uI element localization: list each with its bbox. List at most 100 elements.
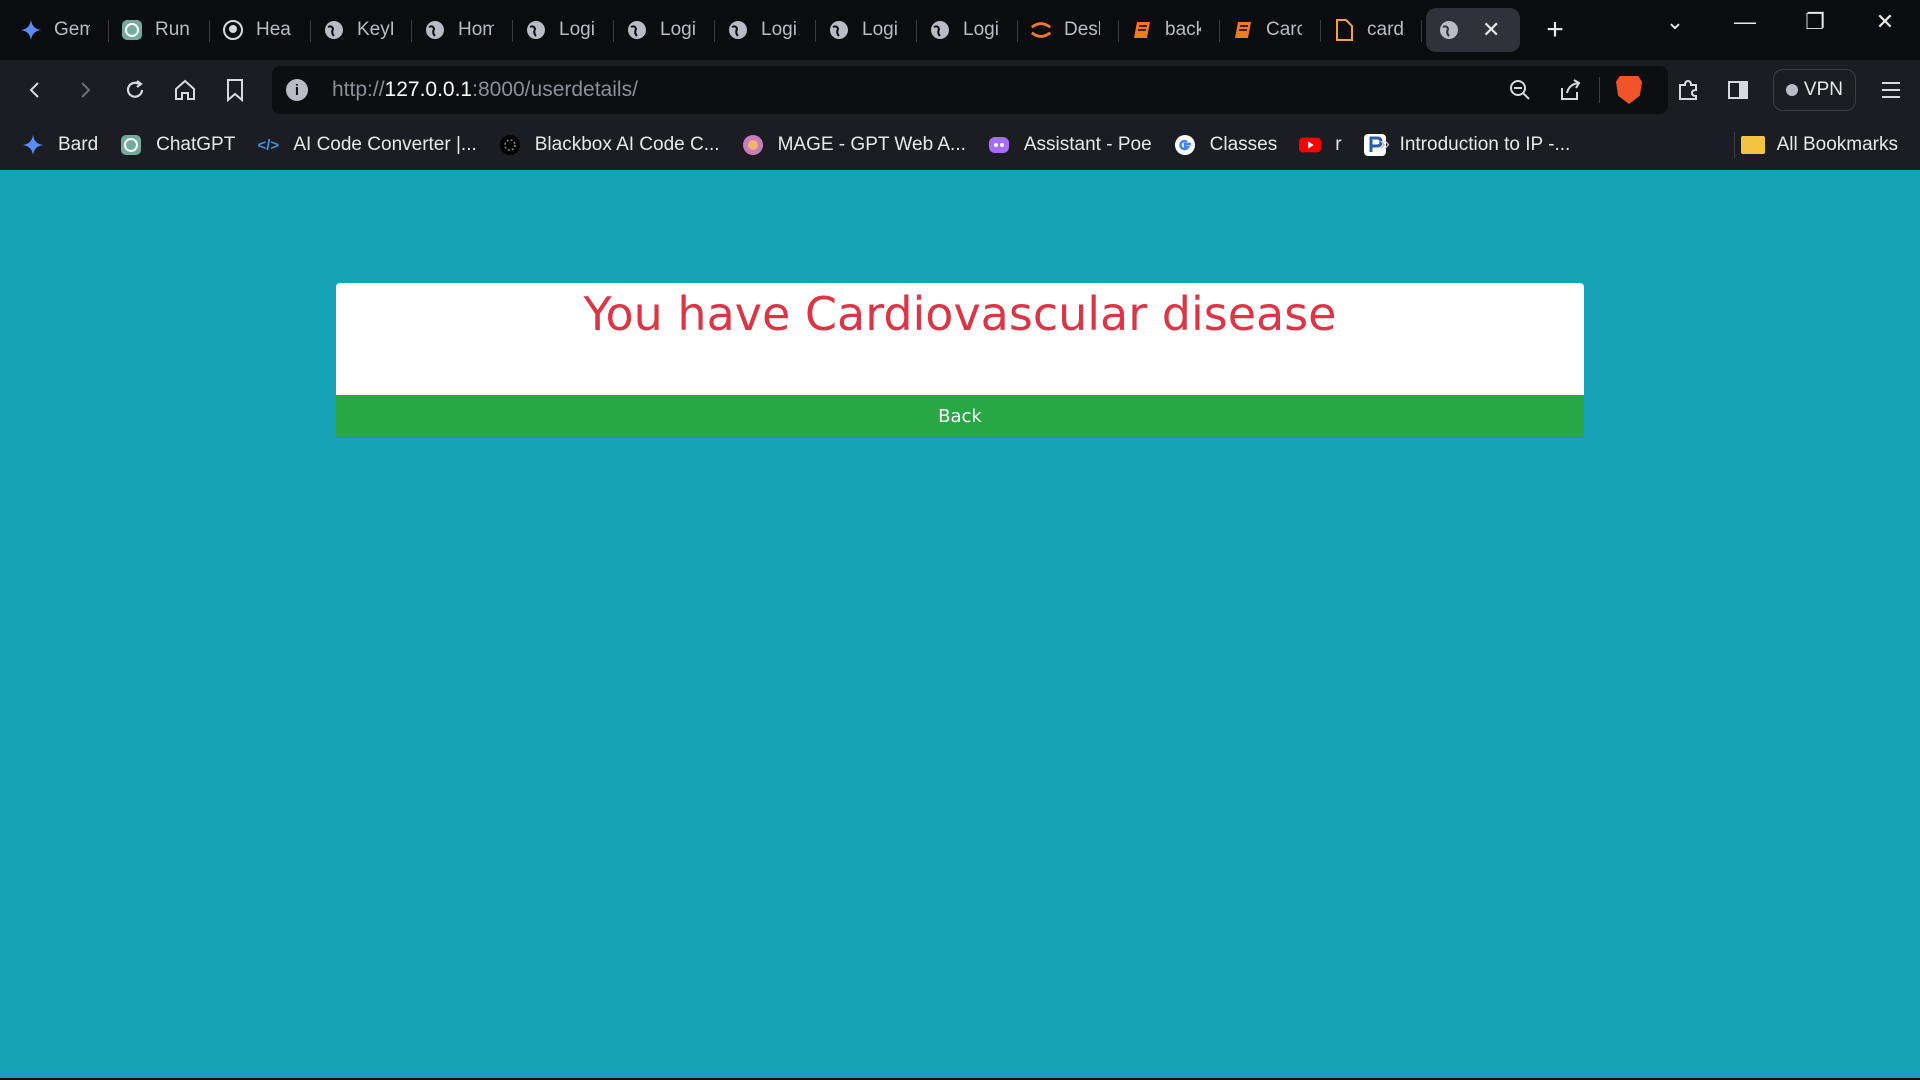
page-content: You have Cardiovascular disease Back bbox=[0, 170, 1920, 1080]
address-bar[interactable]: i http://127.0.0.1:8000/userdetails/ bbox=[272, 66, 1668, 114]
jupyter-icon bbox=[1030, 19, 1052, 41]
vpn-label: VPN bbox=[1803, 79, 1843, 100]
folder-icon bbox=[1740, 136, 1765, 154]
share-icon[interactable] bbox=[1545, 78, 1595, 102]
bookmark-ai-code-converter[interactable]: </> AI Code Converter |... bbox=[257, 134, 477, 156]
tab-login-2[interactable]: Logi bbox=[614, 8, 715, 52]
url-scheme: http:// bbox=[332, 78, 385, 101]
notebook-icon bbox=[1131, 19, 1153, 41]
tab-label: Desl bbox=[1064, 19, 1100, 40]
menu-icon[interactable] bbox=[1866, 80, 1916, 100]
restore-button[interactable]: ❐ bbox=[1780, 0, 1850, 44]
tab-login-3[interactable]: Logi bbox=[715, 8, 816, 52]
chevron-left-icon bbox=[29, 82, 39, 98]
tab-run[interactable]: Run bbox=[109, 8, 210, 52]
toolbar-divider bbox=[1599, 77, 1600, 103]
extensions-icon[interactable] bbox=[1663, 78, 1713, 102]
tab-label: Hear bbox=[256, 19, 292, 40]
brave-shields-icon[interactable] bbox=[1604, 76, 1654, 104]
tab-home[interactable]: Hom bbox=[412, 8, 513, 52]
gemini-sparkle-icon bbox=[20, 19, 42, 41]
globe-icon bbox=[828, 19, 850, 41]
bookmark-label: Introduction to IP -... bbox=[1399, 134, 1571, 155]
bookmark-chatgpt[interactable]: ChatGPT bbox=[120, 134, 235, 156]
bookmark-classes[interactable]: Classes bbox=[1174, 134, 1277, 156]
result-card: You have Cardiovascular disease bbox=[336, 283, 1584, 396]
close-window-button[interactable]: ✕ bbox=[1850, 0, 1920, 44]
new-tab-button[interactable]: + bbox=[1540, 13, 1570, 47]
tab-back[interactable]: back bbox=[1119, 8, 1220, 52]
home-button[interactable] bbox=[160, 68, 210, 112]
tab-label: Logi bbox=[559, 19, 595, 40]
mage-icon bbox=[742, 134, 764, 156]
tab-label: KeyE bbox=[357, 19, 393, 40]
bookmark-label: MAGE - GPT Web A... bbox=[777, 134, 966, 155]
globe-icon bbox=[929, 19, 951, 41]
back-button[interactable]: Back bbox=[336, 395, 1584, 438]
bookmark-label: r bbox=[1335, 134, 1342, 155]
tab-active[interactable]: ✕ bbox=[1426, 8, 1520, 52]
notebook-icon bbox=[1232, 19, 1254, 41]
globe-icon bbox=[626, 19, 648, 41]
tab-login-5[interactable]: Logi bbox=[917, 8, 1018, 52]
bookmark-icon bbox=[227, 79, 243, 102]
url-host: 127.0.0.1 bbox=[384, 78, 473, 101]
back-nav-button[interactable] bbox=[10, 68, 60, 112]
all-bookmarks-label: All Bookmarks bbox=[1776, 134, 1898, 155]
globe-icon bbox=[727, 19, 749, 41]
tab-login-1[interactable]: Logi bbox=[513, 8, 614, 52]
reload-button[interactable] bbox=[110, 68, 160, 112]
poe-icon bbox=[988, 134, 1010, 156]
bookmark-label: Bard bbox=[58, 134, 99, 155]
bookmark-youtube[interactable]: r bbox=[1299, 134, 1342, 156]
tab-jupyter[interactable]: Desl bbox=[1018, 8, 1119, 52]
bookmark-bard[interactable]: Bard bbox=[22, 134, 98, 156]
bookmark-label: Assistant - Poe bbox=[1023, 134, 1152, 155]
bard-sparkle-icon bbox=[22, 134, 44, 156]
home-icon bbox=[175, 79, 195, 100]
google-icon bbox=[1174, 134, 1196, 156]
url-text[interactable]: http://127.0.0.1:8000/userdetails/ bbox=[332, 78, 638, 102]
tab-gemini[interactable]: Gem bbox=[8, 8, 109, 52]
tab-search-chevron-icon[interactable]: ⌄ bbox=[1640, 0, 1710, 44]
zoom-out-icon[interactable] bbox=[1495, 78, 1545, 102]
all-bookmarks-button[interactable]: All Bookmarks bbox=[1740, 134, 1898, 156]
close-tab-icon[interactable]: ✕ bbox=[1482, 17, 1500, 43]
address-bar-actions bbox=[1495, 66, 1654, 114]
result-heading: You have Cardiovascular disease bbox=[583, 287, 1337, 341]
bookmarks-divider bbox=[1734, 132, 1735, 158]
chevron-right-icon bbox=[81, 82, 91, 98]
tab-label: card bbox=[1367, 19, 1403, 40]
bookmark-button[interactable] bbox=[210, 68, 260, 112]
vpn-button[interactable]: VPN bbox=[1772, 69, 1856, 111]
bookmark-mage[interactable]: MAGE - GPT Web A... bbox=[742, 134, 966, 156]
window-controls: ⌄ — ❐ ✕ bbox=[1640, 0, 1920, 44]
tab-label: Logi bbox=[761, 19, 797, 40]
minimize-button[interactable]: — bbox=[1710, 0, 1780, 44]
more-bookmarks-icon[interactable]: » bbox=[1379, 134, 1390, 156]
tab-card-file[interactable]: card bbox=[1321, 8, 1422, 52]
tab-cardio[interactable]: Carc bbox=[1220, 8, 1321, 52]
tab-github[interactable]: Hear bbox=[210, 8, 311, 52]
bookmark-label: Blackbox AI Code C... bbox=[534, 134, 720, 155]
forward-nav-button[interactable] bbox=[60, 68, 110, 112]
vpn-status-icon bbox=[1785, 84, 1798, 96]
bookmark-poe[interactable]: Assistant - Poe bbox=[988, 134, 1152, 156]
github-icon bbox=[222, 19, 244, 41]
bookmarks-bar: Bard ChatGPT </> AI Code Converter |... … bbox=[0, 120, 1920, 170]
globe-icon bbox=[1438, 19, 1460, 41]
site-info-icon[interactable]: i bbox=[286, 79, 308, 101]
bookmark-introduction-ip[interactable]: Introduction to IP -... bbox=[1363, 134, 1571, 156]
reload-icon bbox=[126, 80, 144, 98]
tab-label: Logi bbox=[862, 19, 898, 40]
tab-keye[interactable]: KeyE bbox=[311, 8, 412, 52]
blackbox-icon bbox=[499, 134, 521, 156]
sidebar-toggle-icon[interactable] bbox=[1713, 78, 1763, 102]
file-icon bbox=[1333, 19, 1355, 41]
url-path: :8000/userdetails/ bbox=[472, 78, 638, 101]
tab-label: Carc bbox=[1266, 19, 1302, 40]
tab-strip: Gem Run Hear KeyE Hom bbox=[0, 0, 1920, 60]
tab-login-4[interactable]: Logi bbox=[816, 8, 917, 52]
bookmark-blackbox[interactable]: Blackbox AI Code C... bbox=[499, 134, 720, 156]
globe-icon bbox=[525, 19, 547, 41]
